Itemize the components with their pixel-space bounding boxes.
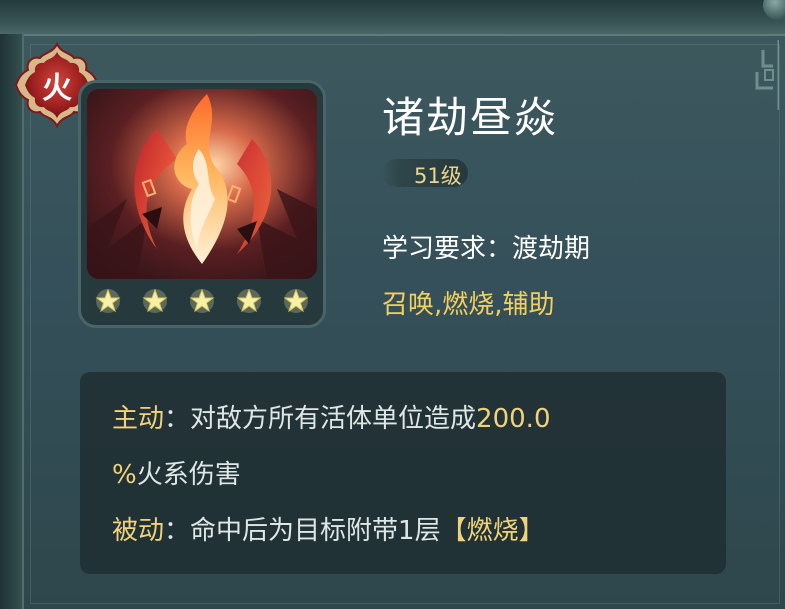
active-effect-line: 主动：对敌方所有活体单位造成200.0 bbox=[112, 398, 550, 435]
active-separator: ： bbox=[164, 404, 191, 434]
skill-name: 诸劫昼焱 bbox=[382, 93, 559, 142]
star-icon bbox=[142, 288, 168, 313]
passive-separator: ： bbox=[164, 516, 191, 546]
active-text-1: 对敌方所有活体单位造成 bbox=[190, 404, 477, 434]
active-damage-unit: % bbox=[112, 460, 137, 490]
star-icon bbox=[236, 288, 262, 313]
star-icon bbox=[95, 288, 121, 313]
active-label: 主动 bbox=[112, 404, 165, 434]
passive-text: 命中后为目标附带1层 bbox=[190, 516, 441, 546]
active-text-2: 火系伤害 bbox=[136, 460, 241, 490]
star-rating bbox=[85, 281, 319, 321]
skill-detail-panel: 火 诸劫昼焱 51级 学习要求：渡劫期 召唤,燃烧,辅助 主动：对敌方所有活体单… bbox=[0, 0, 785, 609]
skill-icon-frame bbox=[78, 80, 326, 328]
star-icon bbox=[189, 288, 215, 313]
learn-requirement: 学习要求：渡劫期 bbox=[382, 234, 591, 264]
star-icon bbox=[283, 288, 309, 313]
active-effect-line-2: %火系伤害 bbox=[112, 454, 241, 491]
active-damage-value: 200.0 bbox=[476, 404, 551, 434]
passive-label: 被动 bbox=[112, 516, 165, 546]
corner-ornament-icon bbox=[755, 40, 779, 110]
passive-effect-name: 【燃烧】 bbox=[440, 516, 545, 546]
skill-level: 51级 bbox=[414, 164, 462, 188]
panel-top-frame bbox=[0, 0, 785, 36]
passive-effect-line: 被动：命中后为目标附带1层【燃烧】 bbox=[112, 510, 545, 547]
skill-tags: 召唤,燃烧,辅助 bbox=[382, 290, 555, 320]
flame-skill-icon bbox=[87, 89, 317, 279]
